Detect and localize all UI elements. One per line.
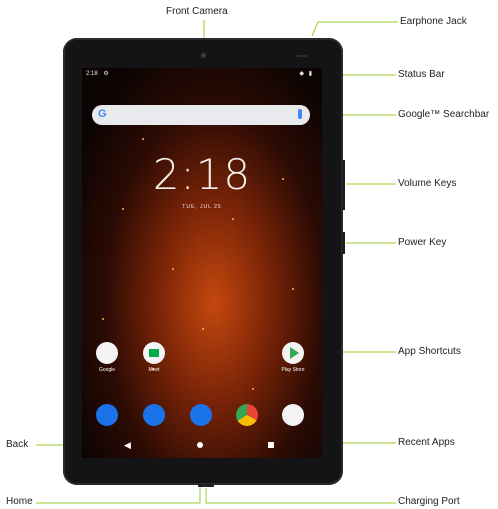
home-button[interactable] [197,442,203,448]
volume-keys [342,160,345,210]
status-bar: 2:18 ⚙ ▮ ◆ [86,70,318,80]
status-time: 2:18 [86,71,98,77]
lockscreen-date: TUE, JUL 25 [182,204,222,210]
play-store-app-icon[interactable] [282,342,304,364]
wifi-icon: ◆ [299,71,304,77]
power-key [342,232,345,254]
charging-port-line [205,488,396,504]
callout-app-shortcuts: App Shortcuts [398,346,461,357]
callout-earphone-jack: Earphone Jack [400,16,467,27]
earphone-jack-line [311,21,398,37]
google-app-icon[interactable] [96,342,118,364]
callout-status-bar: Status Bar [398,69,445,80]
callout-home: Home [6,496,33,507]
google-app-label: Google [98,367,116,373]
screen-wallpaper [82,68,322,458]
google-searchbar[interactable]: G [92,105,310,125]
front-camera-icon [201,53,206,58]
contacts-icon[interactable] [96,404,118,426]
camera-app-icon[interactable] [282,404,304,426]
recent-apps-button[interactable] [268,442,274,448]
meet-app-label: Meet [148,367,160,373]
callout-charging-port: Charging Port [398,496,460,507]
callout-searchbar: Google™ Searchbar [398,109,490,120]
meet-app-icon[interactable] [143,342,165,364]
google-g-icon: G [98,108,107,120]
settings-app-icon[interactable] [190,404,212,426]
callout-volume-keys: Volume Keys [398,178,457,189]
microphone-icon[interactable] [298,109,302,119]
lockscreen-clock: 2:18 [152,150,252,199]
callout-back: Back [6,439,29,450]
battery-icon: ▮ [308,71,312,77]
callout-recent-apps: Recent Apps [398,437,455,448]
callout-power-key: Power Key [398,237,447,248]
chrome-icon[interactable] [236,404,258,426]
messages-icon[interactable] [143,404,165,426]
earphone-jack-icon [297,55,307,57]
charging-port-icon [198,484,214,487]
settings-icon: ⚙ [103,71,109,77]
back-button[interactable]: ◀ [124,440,131,451]
callout-front-camera: Front Camera [166,6,228,17]
navigation-bar: ◀ [82,437,322,457]
play-store-app-label: Play Store [281,367,305,373]
